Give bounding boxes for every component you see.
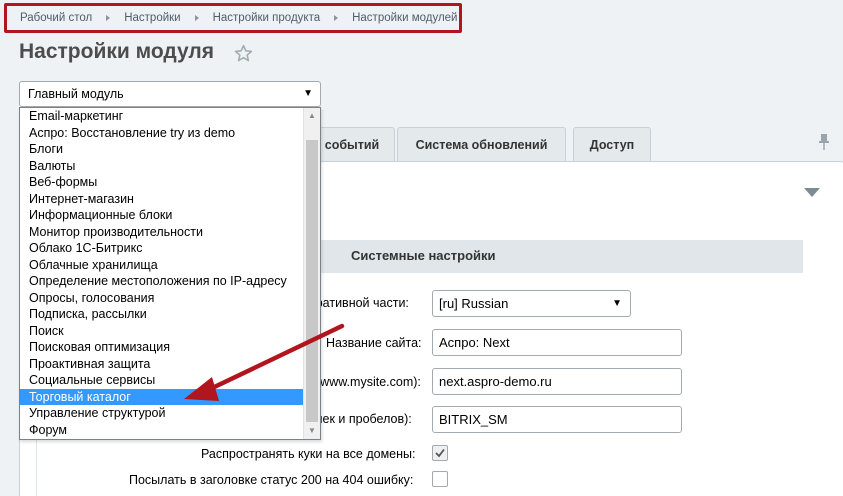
chevron-down-icon: ▼ [303,88,313,99]
tab-label: событий [324,137,380,152]
cookie-prefix-value: BITRIX_SM [439,412,508,427]
dropdown-option[interactable]: Email-маркетинг [20,108,320,125]
module-select[interactable]: Главный модуль ▼ [19,81,321,107]
dropdown-option[interactable]: Аспро: Восстановление try из demo [20,125,320,142]
breadcrumb-item-product-settings[interactable]: Настройки продукта [213,12,321,24]
dropdown-option[interactable]: Проактивная защита [20,356,320,373]
status-404-label: Посылать в заголовке статус 200 на 404 о… [129,473,414,487]
dropdown-option[interactable]: Форум [20,422,320,439]
dropdown-option[interactable]: Облачные хранилища [20,257,320,274]
collapse-icon[interactable] [804,188,820,197]
site-name-field[interactable]: Аспро: Next [432,329,682,356]
tab-update-system[interactable]: Система обновлений [397,127,566,161]
language-select[interactable]: [ru] Russian ▼ [432,290,631,317]
breadcrumb-item-module-settings[interactable]: Настройки модулей [352,12,457,24]
checkmark-icon [435,448,445,458]
tab-access[interactable]: Доступ [573,127,651,161]
dropdown-option[interactable]: Определение местоположения по IP-адресу [20,273,320,290]
language-value: [ru] Russian [439,296,509,311]
dropdown-option[interactable]: Валюты [20,158,320,175]
dropdown-option[interactable]: Веб-формы [20,174,320,191]
breadcrumb: Рабочий стол Настройки Настройки продукт… [4,3,462,33]
dropdown-option[interactable]: Опросы, голосования [20,290,320,307]
dropdown-option[interactable]: Торговый каталог [20,388,320,405]
site-url-value: next.aspro-demo.ru [439,374,552,389]
dropdown-option[interactable]: Поисковая оптимизация [20,339,320,356]
site-url-field[interactable]: next.aspro-demo.ru [432,368,682,395]
status-404-checkbox[interactable] [432,471,448,487]
breadcrumb-item-settings[interactable]: Настройки [124,12,180,24]
cookies-all-domains-label: Распространять куки на все домены: [201,447,416,461]
dropdown-option[interactable]: Блоги [20,141,320,158]
cookies-all-domains-checkbox[interactable] [432,445,448,461]
tab-label: Система обновлений [415,137,548,152]
dropdown-scrollbar[interactable]: ▲ ▼ [303,108,320,439]
star-icon[interactable] [234,44,253,63]
dropdown-option[interactable]: Управление структурой [20,405,320,422]
page-title: Настройки модуля [19,40,215,63]
tab-label: Доступ [589,137,635,152]
module-dropdown-list[interactable]: Email-маркетинг Аспро: Восстановление try… [19,107,321,440]
breadcrumb-separator-icon [194,15,199,21]
cookie-prefix-label: чек и пробелов): [316,412,412,426]
tab-events[interactable]: событий [309,127,395,161]
pin-icon[interactable] [817,133,831,151]
dropdown-option[interactable]: Интернет-магазин [20,191,320,208]
scroll-down-icon[interactable]: ▼ [304,423,320,439]
dropdown-option[interactable]: Поиск [20,323,320,340]
site-name-label: Название сайта: [326,336,422,350]
breadcrumb-item-desktop[interactable]: Рабочий стол [20,12,92,24]
dropdown-option[interactable]: Облако 1С-Битрикс [20,240,320,257]
chevron-down-icon: ▼ [612,298,622,309]
site-name-value: Аспро: Next [439,335,510,350]
dropdown-option[interactable]: Монитор производительности [20,224,320,241]
section-title: Системные настройки [351,248,496,263]
dropdown-option[interactable]: Социальные сервисы [20,372,320,389]
scroll-up-icon[interactable]: ▲ [304,108,320,124]
cookie-prefix-field[interactable]: BITRIX_SM [432,406,682,433]
module-select-value: Главный модуль [28,87,124,101]
language-label: тративной части: [310,296,409,310]
breadcrumb-separator-icon [334,15,339,21]
dropdown-option[interactable]: Информационные блоки [20,207,320,224]
dropdown-option[interactable]: Подписка, рассылки [20,306,320,323]
breadcrumb-separator-icon [106,15,111,21]
scroll-thumb[interactable] [306,140,318,422]
site-url-label: (www.mysite.com): [316,375,421,389]
